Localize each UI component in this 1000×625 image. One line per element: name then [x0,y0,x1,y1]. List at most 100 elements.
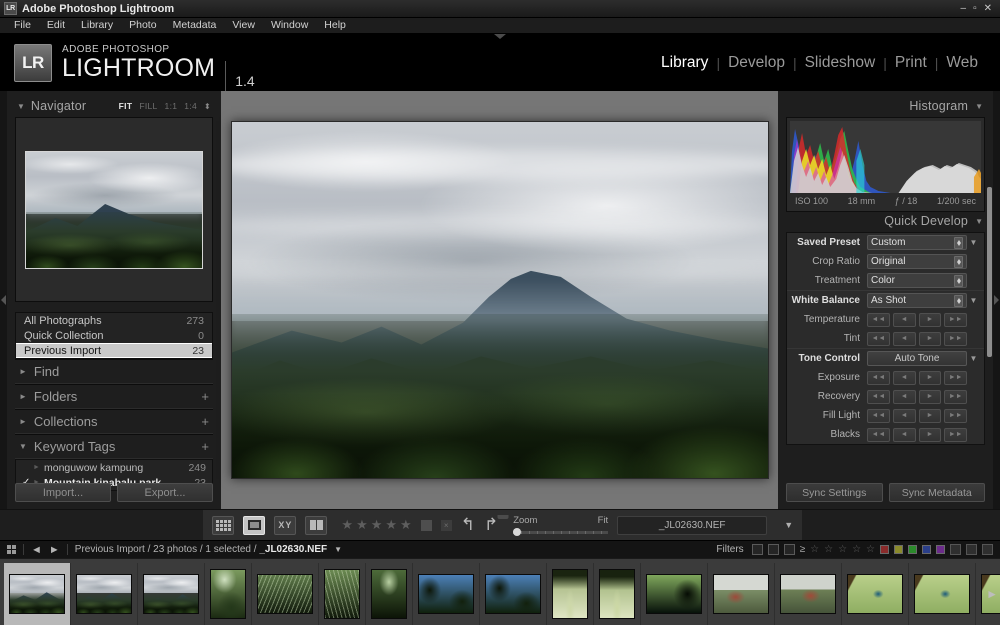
navigator-header[interactable]: ▼ Navigator FIT FILL 1:1 1:4 ⬍ [15,97,213,117]
temperature-increase[interactable]: ► [919,313,942,327]
flag-reject-icon[interactable]: × [441,520,452,531]
tint-decrease[interactable]: ◄ [893,332,916,346]
module-slideshow[interactable]: Slideshow [797,54,884,72]
filmstrip-item[interactable] [319,563,366,625]
exposure-decrease[interactable]: ◄ [893,371,916,385]
filmstrip[interactable]: ► [0,558,1000,625]
grid-view-button[interactable] [212,516,234,535]
rotate-left-icon[interactable]: ↰ [461,515,475,535]
filter-star-1[interactable]: ☆ [810,544,819,555]
blacks-increase-large[interactable]: ►► [944,428,967,442]
breadcrumb[interactable]: Previous Import / 23 photos / 1 selected… [75,544,327,555]
zoom-1-4[interactable]: 1:4 [184,101,197,111]
recovery-increase-large[interactable]: ►► [944,390,967,404]
recovery-decrease[interactable]: ◄ [893,390,916,404]
import-button[interactable]: Import... [15,483,111,502]
fill-light-increase-large[interactable]: ►► [944,409,967,423]
histogram-header[interactable]: Histogram ▼ [786,97,985,117]
treatment-dropdown[interactable]: Color [867,273,967,288]
menu-item-photo[interactable]: Photo [121,18,164,33]
filter-flag-pick-icon[interactable] [752,544,763,555]
catalog-row-previous-import[interactable]: Previous Import 23 [16,343,212,358]
toolbar-options-caret-icon[interactable]: ▼ [784,520,793,530]
filmstrip-item[interactable] [842,563,909,625]
tint-decrease-large[interactable]: ◄◄ [867,332,890,346]
filter-color-blue[interactable] [922,545,931,554]
menu-item-edit[interactable]: Edit [39,18,73,33]
star-5[interactable]: ★ [400,517,412,533]
filter-color-purple[interactable] [936,545,945,554]
tone-control-expand-icon[interactable]: ▼ [967,354,980,363]
filter-star-5[interactable]: ☆ [866,544,875,555]
menu-item-view[interactable]: View [224,18,263,33]
add-keyword-icon[interactable]: + [201,439,209,454]
tint-increase[interactable]: ► [919,332,942,346]
histogram-graph[interactable] [790,121,981,193]
export-button[interactable]: Export... [117,483,213,502]
filmstrip-item[interactable] [138,563,205,625]
filter-star-3[interactable]: ☆ [838,544,847,555]
section-find[interactable]: ► Find [15,359,213,384]
loupe-view-area[interactable] [221,91,778,509]
saved-preset-dropdown[interactable]: Custom [867,235,967,250]
main-photo[interactable] [231,121,769,479]
module-develop[interactable]: Develop [720,54,793,72]
filter-flag-reject-icon[interactable] [784,544,795,555]
compare-view-button[interactable]: XY [274,516,296,535]
sync-metadata-button[interactable]: Sync Metadata [889,483,986,502]
menu-item-help[interactable]: Help [316,18,354,33]
filter-star-4[interactable]: ☆ [852,544,861,555]
filmstrip-option-icon[interactable] [966,544,977,555]
loupe-view-button[interactable] [243,516,265,535]
zoom-fill[interactable]: FILL [139,101,157,111]
chevron-right-icon[interactable]: ► [33,464,44,471]
filmstrip-item[interactable] [71,563,138,625]
left-panel-collapse[interactable] [0,91,7,509]
catalog-row-quick-collection[interactable]: Quick Collection 0 [16,328,212,343]
section-folders[interactable]: ► Folders + [15,384,213,409]
filmstrip-item[interactable] [366,563,413,625]
section-keyword-tags[interactable]: ▼ Keyword Tags + [15,434,213,459]
minimize-icon[interactable]: – [961,4,967,14]
filter-color-red[interactable] [880,545,889,554]
filter-star-2[interactable]: ☆ [824,544,833,555]
toolbar-handle[interactable] [497,515,508,519]
crop-ratio-dropdown[interactable]: Original [867,254,967,269]
exposure-increase[interactable]: ► [919,371,942,385]
add-collection-icon[interactable]: + [201,414,209,429]
exposure-increase-large[interactable]: ►► [944,371,967,385]
sync-settings-button[interactable]: Sync Settings [786,483,883,502]
saved-preset-expand-icon[interactable]: ▼ [967,238,980,247]
star-1[interactable]: ★ [341,517,353,533]
auto-tone-button[interactable]: Auto Tone [867,351,967,366]
filmstrip-item[interactable] [252,563,319,625]
recovery-decrease-large[interactable]: ◄◄ [867,390,890,404]
catalog-row-all-photographs[interactable]: All Photographs 273 [16,313,212,328]
filmstrip-item[interactable] [641,563,708,625]
stepper-icon[interactable] [954,237,963,249]
top-panel-toggle-icon[interactable] [494,34,506,39]
filmstrip-next-icon[interactable]: ► [986,587,998,601]
forward-arrow-icon[interactable]: ► [49,544,60,556]
zoom-1-1[interactable]: 1:1 [165,101,178,111]
fill-light-decrease-large[interactable]: ◄◄ [867,409,890,423]
rating-operator[interactable]: ≥ [800,544,806,555]
star-3[interactable]: ★ [371,517,383,533]
filmstrip-item[interactable] [909,563,976,625]
zoom-fit[interactable]: FIT [119,101,133,111]
tint-increase-large[interactable]: ►► [944,332,967,346]
right-panel-scrollbar[interactable] [987,187,992,357]
filmstrip-item[interactable] [594,563,641,625]
zoom-slider-knob[interactable] [513,528,521,536]
module-library[interactable]: Library [653,54,716,72]
blacks-decrease-large[interactable]: ◄◄ [867,428,890,442]
temperature-decrease-large[interactable]: ◄◄ [867,313,890,327]
grid-icon[interactable] [7,545,16,554]
stepper-icon[interactable] [954,295,963,307]
back-arrow-icon[interactable]: ◄ [31,544,42,556]
navigator-preview[interactable] [15,117,213,302]
filmstrip-item[interactable] [205,563,252,625]
menu-item-window[interactable]: Window [263,18,316,33]
filter-color-yellow[interactable] [894,545,903,554]
star-2[interactable]: ★ [356,517,368,533]
